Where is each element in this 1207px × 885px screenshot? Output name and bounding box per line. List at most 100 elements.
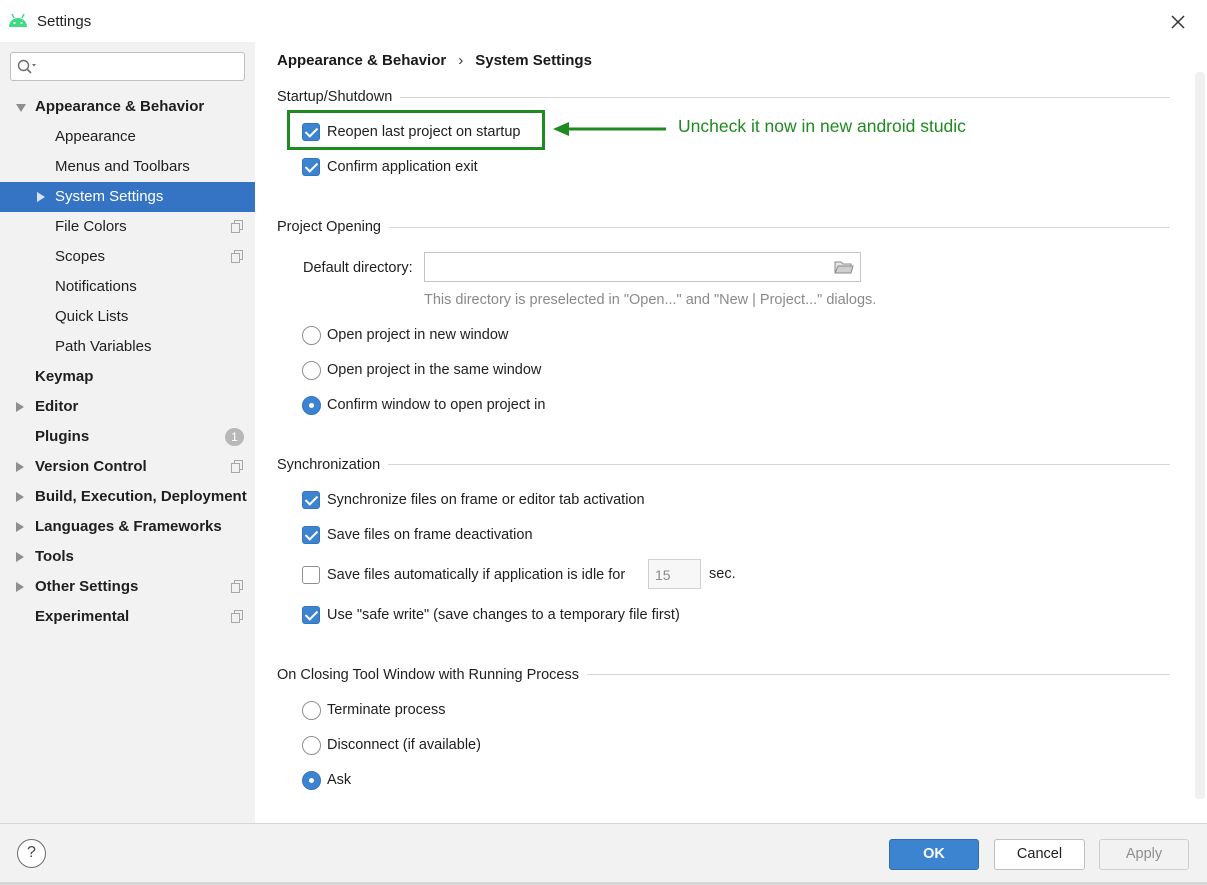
tree-item-label: Plugins <box>35 428 90 445</box>
save-on-deactivation-label: Save files on frame deactivation <box>327 527 533 543</box>
breadcrumb: Appearance & Behavior › System Settings <box>277 52 592 69</box>
sync-on-activation-label: Synchronize files on frame or editor tab… <box>327 492 645 508</box>
tree-item-system-settings[interactable]: System Settings <box>0 182 255 212</box>
annotation-text: Uncheck it now in new android studic <box>678 116 966 136</box>
tree-item-label: Quick Lists <box>55 308 129 325</box>
dialog-footer: ? OK Cancel Apply <box>0 823 1207 885</box>
sync-on-activation-checkbox[interactable] <box>302 491 320 509</box>
ask-radio[interactable] <box>302 771 321 790</box>
tree-item-keymap[interactable]: Keymap <box>0 362 255 392</box>
tree-item-languages-frameworks[interactable]: Languages & Frameworks <box>0 512 255 542</box>
tree-item-build-execution-deployment[interactable]: Build, Execution, Deployment <box>0 482 255 512</box>
chevron-right-icon[interactable] <box>37 192 45 202</box>
tree-item-version-control[interactable]: Version Control <box>0 452 255 482</box>
chevron-right-icon[interactable] <box>16 402 24 412</box>
tree-item-label: Appearance & Behavior <box>35 98 205 115</box>
tree-item-appearance-behavior[interactable]: Appearance & Behavior <box>0 92 255 122</box>
tree-item-experimental[interactable]: Experimental <box>0 602 255 632</box>
search-icon <box>17 59 36 74</box>
help-button[interactable]: ? <box>17 839 46 868</box>
idle-seconds-input[interactable] <box>655 566 695 583</box>
default-directory-field[interactable] <box>424 252 861 282</box>
save-when-idle-label: Save files automatically if application … <box>327 567 626 583</box>
tree-item-label: Menus and Toolbars <box>55 158 190 175</box>
default-directory-label: Default directory: <box>303 260 413 276</box>
title-bar: Settings <box>0 0 1207 42</box>
open-new-window-label: Open project in new window <box>327 327 509 343</box>
default-directory-hint: This directory is preselected in "Open..… <box>424 292 877 308</box>
project-level-icon <box>231 580 243 593</box>
annotation-highlight-box <box>287 110 545 150</box>
project-level-icon <box>231 250 243 263</box>
safe-write-label: Use "safe write" (save changes to a temp… <box>327 607 680 623</box>
tree-item-scopes[interactable]: Scopes <box>0 242 255 272</box>
settings-search[interactable] <box>10 52 245 81</box>
tree-item-label: Path Variables <box>55 338 152 355</box>
settings-sidebar: Appearance & Behavior Appearance Menus a… <box>0 42 255 823</box>
breadcrumb-current: System Settings <box>475 52 592 69</box>
tree-item-appearance[interactable]: Appearance <box>0 122 255 152</box>
breadcrumb-separator: › <box>458 52 464 69</box>
tree-item-label: Other Settings <box>35 578 139 595</box>
folder-browse-icon[interactable] <box>834 260 854 275</box>
tree-item-path-variables[interactable]: Path Variables <box>0 332 255 362</box>
tree-item-file-colors[interactable]: File Colors <box>0 212 255 242</box>
chevron-right-icon[interactable] <box>16 522 24 532</box>
confirm-exit-label: Confirm application exit <box>327 159 478 175</box>
group-title-startup: Startup/Shutdown <box>277 89 401 105</box>
window-title: Settings <box>37 13 92 30</box>
terminate-process-label: Terminate process <box>327 702 446 718</box>
group-divider <box>277 97 1170 98</box>
tree-item-label: Languages & Frameworks <box>35 518 222 535</box>
search-input[interactable] <box>43 57 239 77</box>
tree-item-label: Notifications <box>55 278 137 295</box>
tree-item-label: Keymap <box>35 368 94 385</box>
tree-item-quick-lists[interactable]: Quick Lists <box>0 302 255 332</box>
tree-item-label: Tools <box>35 548 74 565</box>
idle-seconds-field[interactable] <box>648 559 701 589</box>
open-same-window-radio[interactable] <box>302 361 321 380</box>
tree-item-label: Experimental <box>35 608 130 625</box>
safe-write-checkbox[interactable] <box>302 606 320 624</box>
ask-label: Ask <box>327 772 352 788</box>
group-title-project-opening: Project Opening <box>277 219 389 235</box>
terminate-process-radio[interactable] <box>302 701 321 720</box>
tree-item-other-settings[interactable]: Other Settings <box>0 572 255 602</box>
group-divider <box>277 227 1170 228</box>
confirm-exit-checkbox[interactable] <box>302 158 320 176</box>
open-same-window-label: Open project in the same window <box>327 362 542 378</box>
tree-item-label: System Settings <box>55 188 164 205</box>
tree-item-notifications[interactable]: Notifications <box>0 272 255 302</box>
tree-item-menus-toolbars[interactable]: Menus and Toolbars <box>0 152 255 182</box>
open-new-window-radio[interactable] <box>302 326 321 345</box>
tree-item-label: Appearance <box>55 128 136 145</box>
chevron-right-icon[interactable] <box>16 582 24 592</box>
group-title-synchronization: Synchronization <box>277 457 389 473</box>
tree-item-label: Build, Execution, Deployment <box>35 488 247 505</box>
cancel-button[interactable]: Cancel <box>994 839 1085 870</box>
breadcrumb-parent[interactable]: Appearance & Behavior <box>277 52 446 69</box>
tree-item-plugins[interactable]: Plugins 1 <box>0 422 255 452</box>
chevron-right-icon[interactable] <box>16 492 24 502</box>
confirm-window-radio[interactable] <box>302 396 321 415</box>
default-directory-input[interactable] <box>431 258 821 276</box>
settings-content: Appearance & Behavior › System Settings St… <box>255 42 1207 823</box>
save-on-deactivation-checkbox[interactable] <box>302 526 320 544</box>
chevron-right-icon[interactable] <box>16 462 24 472</box>
tree-item-label: Editor <box>35 398 79 415</box>
tree-item-editor[interactable]: Editor <box>0 392 255 422</box>
chevron-right-icon[interactable] <box>16 552 24 562</box>
ok-button[interactable]: OK <box>889 839 979 870</box>
save-when-idle-checkbox[interactable] <box>302 566 320 584</box>
chevron-down-icon[interactable] <box>16 104 26 112</box>
content-scrollbar[interactable] <box>1195 72 1205 799</box>
project-level-icon <box>231 610 243 623</box>
disconnect-label: Disconnect (if available) <box>327 737 481 753</box>
annotation-arrow-icon <box>553 122 666 136</box>
tree-item-label: Scopes <box>55 248 106 265</box>
tree-item-tools[interactable]: Tools <box>0 542 255 572</box>
apply-button[interactable]: Apply <box>1099 839 1189 870</box>
disconnect-radio[interactable] <box>302 736 321 755</box>
close-icon[interactable] <box>1166 10 1190 34</box>
idle-seconds-unit: sec. <box>709 566 736 582</box>
